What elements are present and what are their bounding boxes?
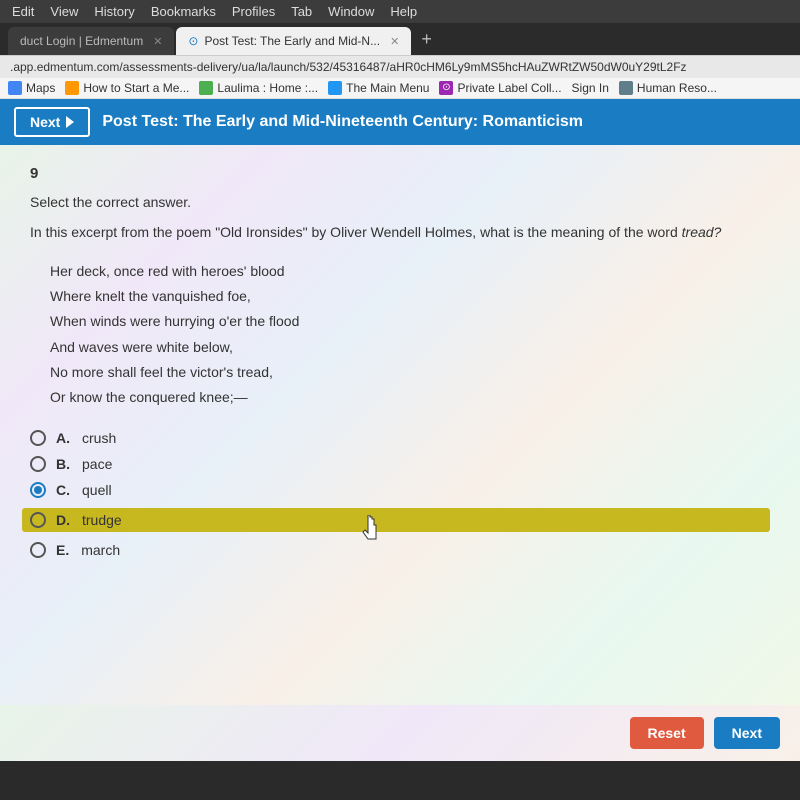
instruction-text: Select the correct answer. [30,194,770,210]
poem-line-6: Or know the conquered knee;— [50,385,770,410]
address-bar[interactable]: .app.edmentum.com/assessments-delivery/u… [0,55,800,78]
bookmark-howto[interactable]: How to Start a Me... [65,81,189,95]
maps-icon [8,81,22,95]
question-keyword: tread? [682,224,722,240]
question-number: 9 [30,165,770,182]
answer-text-d: trudge [82,512,122,528]
bookmark-maps-label: Maps [26,81,55,95]
tab-edmentum-label: duct Login | Edmentum [20,34,143,48]
radio-e[interactable] [30,542,46,558]
next-arrow-icon [66,116,74,128]
tab-posttest[interactable]: ⊙ Post Test: The Early and Mid-N... ✕ [176,27,411,55]
menu-bookmarks[interactable]: Bookmarks [151,4,216,19]
menu-edit[interactable]: Edit [12,4,34,19]
menu-tab[interactable]: Tab [291,4,312,19]
address-text: .app.edmentum.com/assessments-delivery/u… [10,60,687,74]
submit-next-button[interactable]: Next [714,717,780,749]
tabs-bar: duct Login | Edmentum ✕ ⊙ Post Test: The… [0,23,800,55]
poem-line-5: No more shall feel the victor's tread, [50,360,770,385]
menu-bar: Edit View History Bookmarks Profiles Tab… [0,0,800,23]
tab-posttest-close[interactable]: ✕ [390,35,399,48]
answer-text-a: crush [82,430,116,446]
poem-line-3: When winds were hurrying o'er the flood [50,309,770,334]
answer-text-e: march [81,542,120,558]
answer-label-a: A. [56,430,70,446]
bottom-bar: Reset Next [0,705,800,761]
menu-profiles[interactable]: Profiles [232,4,275,19]
poem-line-4: And waves were white below, [50,335,770,360]
answer-label-e: E. [56,542,69,558]
tab-favicon: ⊙ [188,34,198,48]
bookmark-mainmenu-label: The Main Menu [346,81,429,95]
bookmark-human-label: Human Reso... [637,81,717,95]
answer-option-e[interactable]: E. march [30,542,770,558]
bookmark-signin[interactable]: Sign In [572,81,609,95]
menu-history[interactable]: History [94,4,134,19]
bookmark-human[interactable]: Human Reso... [619,81,717,95]
answer-label-d: D. [56,512,70,528]
radio-c[interactable] [30,482,46,498]
tab-edmentum[interactable]: duct Login | Edmentum ✕ [8,27,174,55]
mainmenu-icon [328,81,342,95]
laulima-icon [199,81,213,95]
next-button[interactable]: Next [14,107,90,137]
bookmark-howto-label: How to Start a Me... [83,81,189,95]
bookmark-private[interactable]: ⊙ Private Label Coll... [439,81,561,95]
poem-line-2: Where knelt the vanquished foe, [50,284,770,309]
test-title: Post Test: The Early and Mid-Nineteenth … [102,113,583,131]
private-icon: ⊙ [439,81,453,95]
browser-chrome: Edit View History Bookmarks Profiles Tab… [0,0,800,99]
answer-text-b: pace [82,456,112,472]
radio-a[interactable] [30,430,46,446]
menu-window[interactable]: Window [328,4,374,19]
reset-button[interactable]: Reset [630,717,704,749]
bookmark-laulima[interactable]: Laulima : Home :... [199,81,318,95]
bookmark-maps[interactable]: Maps [8,81,55,95]
question-body: In this excerpt from the poem "Old Irons… [30,224,678,240]
answer-label-c: C. [56,482,70,498]
answer-option-b[interactable]: B. pace [30,456,770,472]
human-icon [619,81,633,95]
howto-icon [65,81,79,95]
tab-posttest-label: Post Test: The Early and Mid-N... [204,34,380,48]
answer-option-c[interactable]: C. quell [30,482,770,498]
poem: Her deck, once red with heroes' blood Wh… [50,259,770,410]
content-area: 9 Select the correct answer. In this exc… [0,145,800,705]
bookmark-private-label: Private Label Coll... [457,81,561,95]
radio-b[interactable] [30,456,46,472]
new-tab-button[interactable]: + [413,29,440,50]
radio-d[interactable] [30,512,46,528]
tab-edmentum-close[interactable]: ✕ [153,35,162,48]
answer-text-c: quell [82,482,112,498]
bookmark-signin-label: Sign In [572,81,609,95]
answer-option-d[interactable]: D. trudge [22,508,770,532]
bookmark-mainmenu[interactable]: The Main Menu [328,81,429,95]
question-text: In this excerpt from the poem "Old Irons… [30,222,770,243]
answer-label-b: B. [56,456,70,472]
next-button-label: Next [30,114,60,130]
test-header: Next Post Test: The Early and Mid-Ninete… [0,99,800,145]
bookmarks-bar: Maps How to Start a Me... Laulima : Home… [0,78,800,99]
answers-list: A. crush B. pace C. quell D. trudge E. m… [30,430,770,558]
menu-help[interactable]: Help [390,4,417,19]
poem-line-1: Her deck, once red with heroes' blood [50,259,770,284]
answer-option-a[interactable]: A. crush [30,430,770,446]
menu-view[interactable]: View [50,4,78,19]
bookmark-laulima-label: Laulima : Home :... [217,81,318,95]
